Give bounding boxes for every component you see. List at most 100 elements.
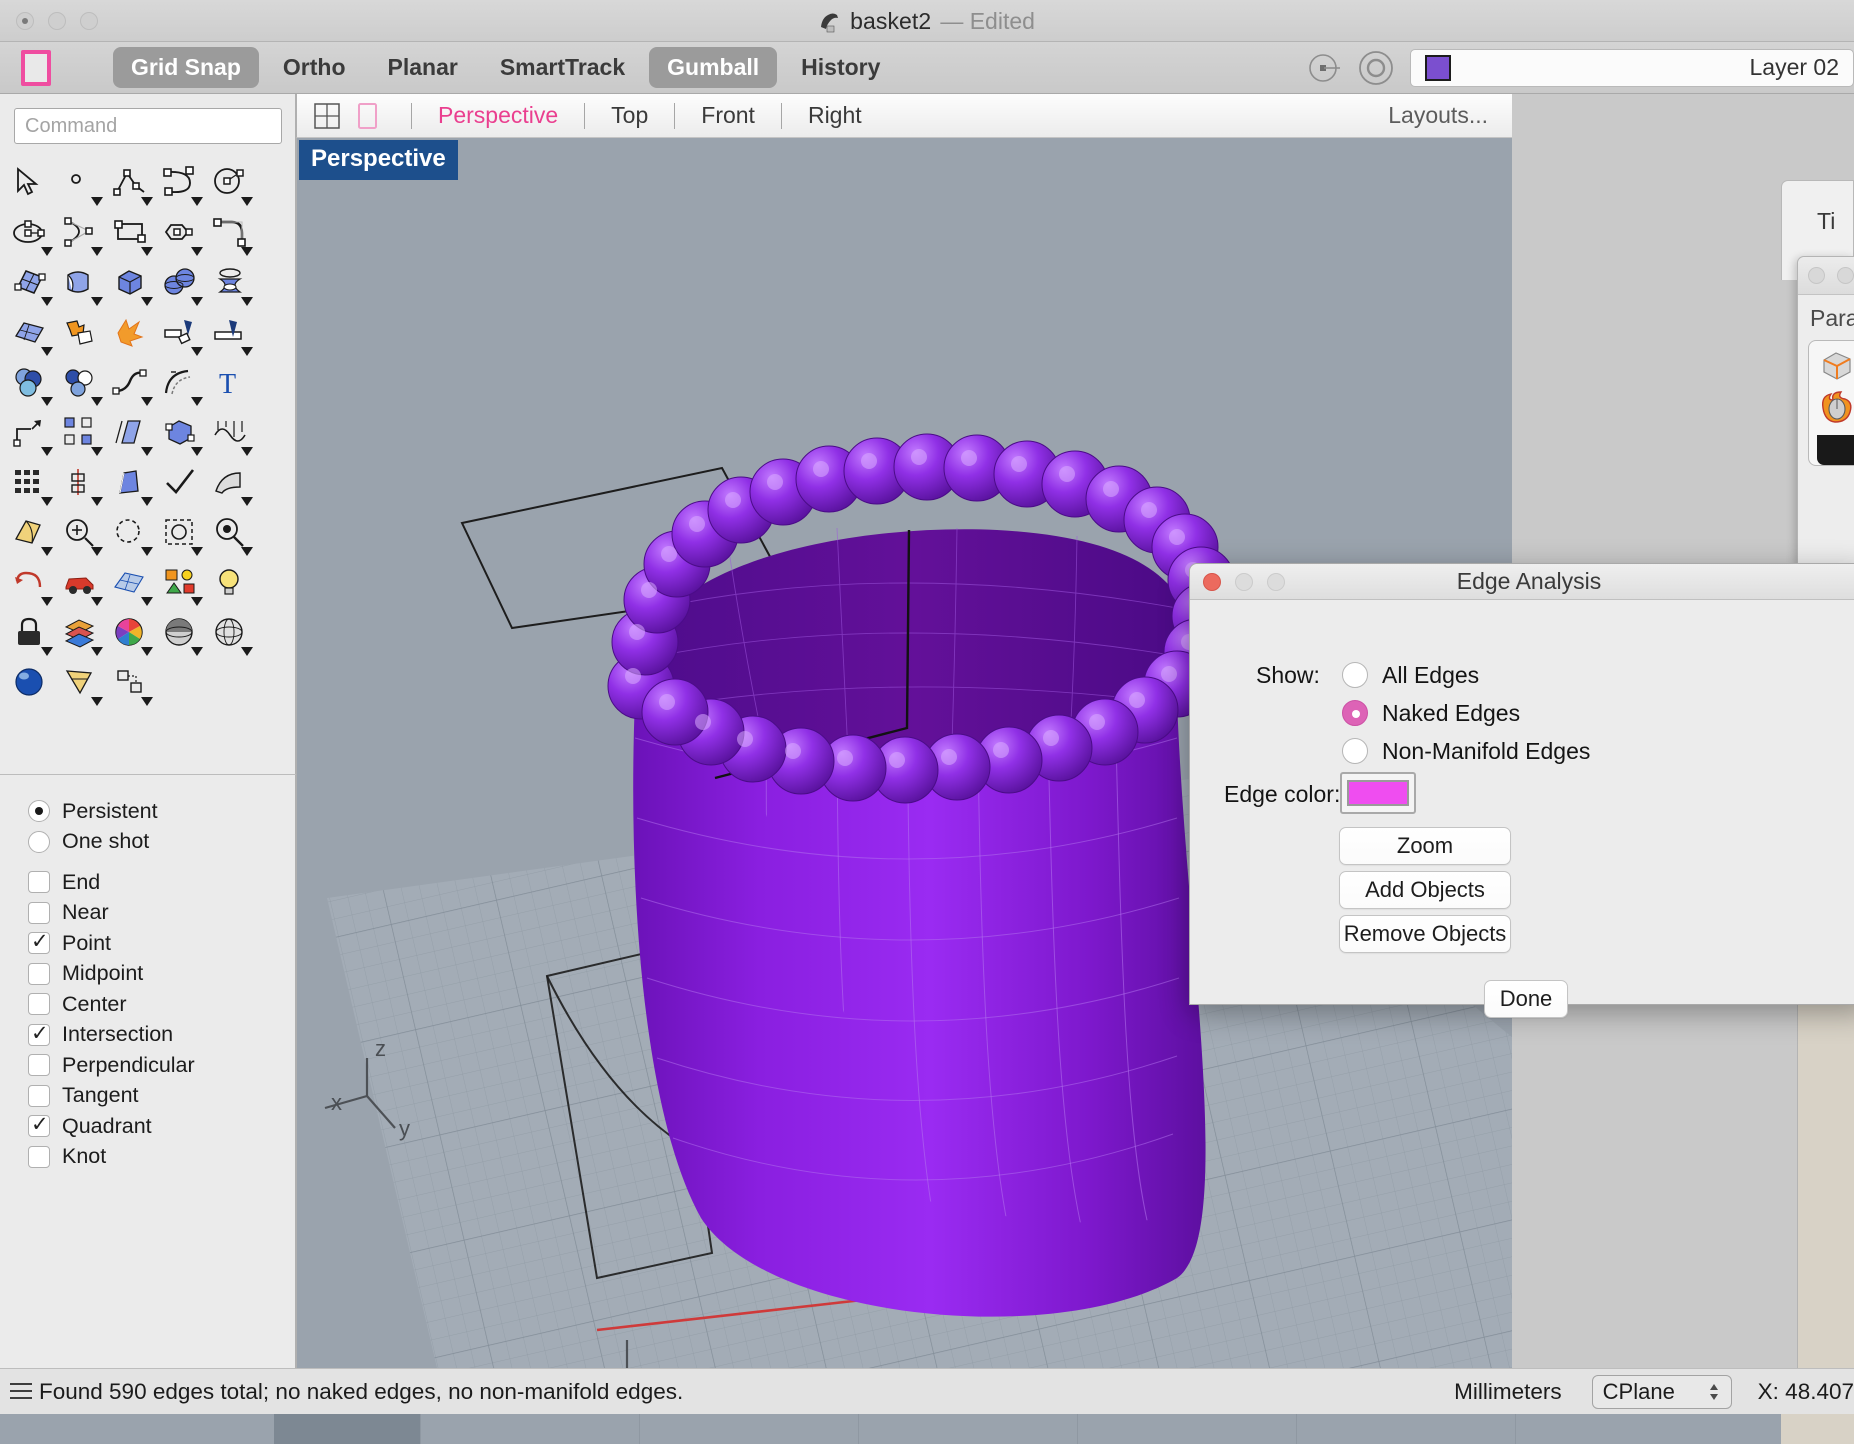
chevron-down-icon[interactable]	[141, 197, 153, 206]
environment-sphere-icon[interactable]	[206, 610, 256, 660]
chevron-down-icon[interactable]	[241, 197, 253, 206]
named-position-icon[interactable]	[106, 660, 156, 710]
chevron-down-icon[interactable]	[191, 547, 203, 556]
viewport-name-label[interactable]: Perspective	[299, 140, 458, 180]
cage-edit-icon[interactable]	[156, 410, 206, 460]
chevron-down-icon[interactable]	[191, 647, 203, 656]
osnap-near[interactable]: Near	[28, 898, 296, 929]
chevron-down-icon[interactable]	[241, 247, 253, 256]
chevron-down-icon[interactable]	[191, 597, 203, 606]
object-properties-icon[interactable]	[156, 560, 206, 610]
chevron-down-icon[interactable]	[141, 447, 153, 456]
radio-option-naked-edges[interactable]: Naked Edges	[1342, 696, 1590, 730]
done-button[interactable]: Done	[1484, 980, 1568, 1018]
clipping-plane-icon[interactable]	[56, 660, 106, 710]
split-icon[interactable]	[206, 310, 256, 360]
toggle-planar[interactable]: Planar	[370, 47, 476, 88]
osnap-intersection[interactable]: Intersection	[28, 1020, 296, 1051]
viewport-tab-top[interactable]: Top	[603, 102, 656, 129]
osnap-perpendicular[interactable]: Perpendicular	[28, 1050, 296, 1081]
checkbox-center[interactable]	[28, 993, 50, 1015]
layer-color-swatch[interactable]	[1425, 55, 1451, 81]
chevron-down-icon[interactable]	[91, 497, 103, 506]
light-bulb-icon[interactable]	[206, 560, 256, 610]
checkbox-intersection[interactable]	[28, 1024, 50, 1046]
dimension-icon[interactable]	[56, 460, 106, 510]
checkbox-quadrant[interactable]	[28, 1115, 50, 1137]
check-mark-icon[interactable]	[156, 460, 206, 510]
toggle-grid-snap[interactable]: Grid Snap	[113, 47, 259, 88]
curve-icon[interactable]	[56, 210, 106, 260]
chevron-down-icon[interactable]	[141, 597, 153, 606]
flow-along-surface-icon[interactable]	[206, 410, 256, 460]
ellipse-icon[interactable]	[6, 210, 56, 260]
params-minimize-button[interactable]	[1837, 267, 1854, 284]
viewport-tab-perspective[interactable]: Perspective	[430, 102, 566, 129]
radio-non-manifold-edges[interactable]	[1342, 738, 1368, 764]
osnap-mode-one-shot[interactable]: One shot	[28, 827, 296, 858]
scale-icon[interactable]	[6, 410, 56, 460]
surface-from-points-icon[interactable]	[6, 260, 56, 310]
radio-all-edges[interactable]	[1342, 662, 1368, 688]
color-wheel-icon[interactable]	[106, 610, 156, 660]
box-display-icon[interactable]	[1817, 370, 1854, 387]
lock-icon[interactable]	[6, 610, 56, 660]
chevron-down-icon[interactable]	[91, 297, 103, 306]
layers-icon[interactable]	[56, 610, 106, 660]
chevron-down-icon[interactable]	[191, 297, 203, 306]
shear-icon[interactable]	[106, 410, 156, 460]
chevron-down-icon[interactable]	[41, 597, 53, 606]
radio-persistent[interactable]	[28, 800, 50, 822]
osnap-center[interactable]: Center	[28, 989, 296, 1020]
zoom-extents-icon[interactable]	[56, 510, 106, 560]
checkbox-perpendicular[interactable]	[28, 1054, 50, 1076]
extrude-surface-icon[interactable]	[56, 260, 106, 310]
chevron-down-icon[interactable]	[41, 547, 53, 556]
render-preview-icon[interactable]	[6, 660, 56, 710]
text-tool-icon[interactable]: T	[206, 360, 256, 410]
polyline-icon[interactable]	[106, 160, 156, 210]
chevron-down-icon[interactable]	[91, 247, 103, 256]
flaming-mouse-icon[interactable]	[1817, 413, 1854, 430]
chevron-down-icon[interactable]	[141, 697, 153, 706]
chevron-down-icon[interactable]	[41, 647, 53, 656]
sphere-boolean-icon[interactable]	[156, 260, 206, 310]
point-icon[interactable]	[56, 160, 106, 210]
boolean-union-icon[interactable]	[6, 360, 56, 410]
chevron-down-icon[interactable]	[41, 397, 53, 406]
pink-rectangle-icon[interactable]	[21, 50, 51, 86]
fillet-curve-icon[interactable]	[206, 210, 256, 260]
chevron-down-icon[interactable]	[141, 547, 153, 556]
checkbox-tangent[interactable]	[28, 1085, 50, 1107]
record-circle-icon[interactable]	[1358, 50, 1394, 86]
remove-objects-button[interactable]: Remove Objects	[1339, 915, 1511, 953]
chevron-down-icon[interactable]	[141, 497, 153, 506]
chevron-down-icon[interactable]	[241, 347, 253, 356]
toggle-history[interactable]: History	[783, 47, 898, 88]
arc-icon[interactable]	[156, 160, 206, 210]
chevron-down-icon[interactable]	[41, 297, 53, 306]
material-sphere-icon[interactable]	[156, 610, 206, 660]
mesh-icon[interactable]	[6, 310, 56, 360]
edge-analysis-dialog[interactable]: Edge Analysis Show: All Edges Naked Edge…	[1189, 563, 1854, 1005]
chevron-down-icon[interactable]	[91, 547, 103, 556]
osnap-end[interactable]: End	[28, 867, 296, 898]
radio-option-all-edges[interactable]: All Edges	[1342, 658, 1590, 692]
chevron-down-icon[interactable]	[191, 347, 203, 356]
osnap-point[interactable]: Point	[28, 928, 296, 959]
chevron-down-icon[interactable]	[41, 447, 53, 456]
single-viewport-icon[interactable]	[353, 101, 381, 131]
chevron-down-icon[interactable]	[241, 647, 253, 656]
chevron-updown-icon[interactable]	[1707, 1381, 1721, 1403]
command-input[interactable]	[14, 108, 282, 144]
osnap-target-icon[interactable]	[1306, 50, 1342, 86]
chevron-down-icon[interactable]	[91, 447, 103, 456]
grid-array-icon[interactable]	[6, 460, 56, 510]
chevron-down-icon[interactable]	[241, 547, 253, 556]
toggle-gumball[interactable]: Gumball	[649, 47, 777, 88]
chevron-down-icon[interactable]	[141, 297, 153, 306]
undo-view-icon[interactable]	[6, 560, 56, 610]
osnap-mode-persistent[interactable]: Persistent	[28, 796, 296, 827]
chevron-down-icon[interactable]	[91, 697, 103, 706]
chevron-down-icon[interactable]	[241, 447, 253, 456]
